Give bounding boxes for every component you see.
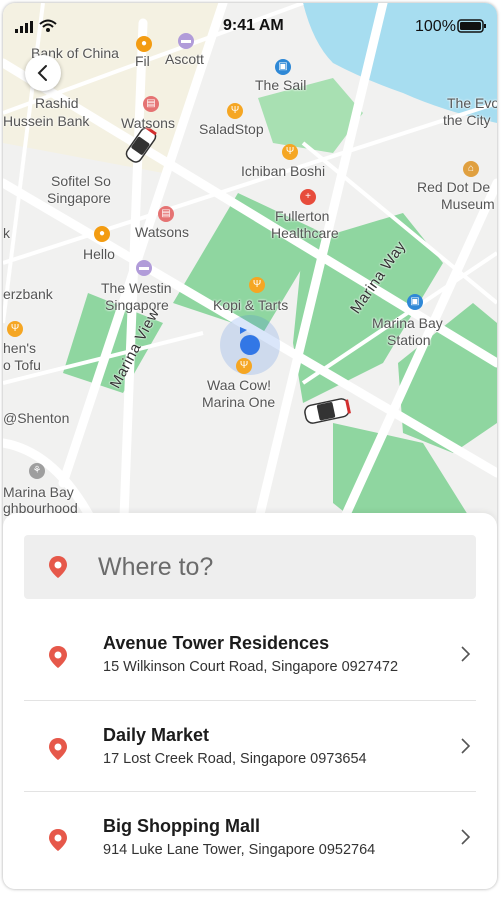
status-bar: 9:41 AM 100% xyxy=(3,15,497,35)
map-label: Rashid xyxy=(35,95,79,111)
hotel-poi-icon: ▬ xyxy=(178,33,194,49)
search-placeholder: Where to? xyxy=(98,553,214,581)
destination-item[interactable]: Daily Market 17 Lost Creek Road, Singapo… xyxy=(24,701,476,791)
map-label: Healthcare xyxy=(271,225,339,241)
map-label: Watsons xyxy=(135,224,189,240)
neighbourhood-poi-icon: ⚘ xyxy=(29,463,45,479)
map-label: Marina One xyxy=(202,394,276,410)
map-label: Kopi & Tarts xyxy=(213,297,289,313)
map-label: k xyxy=(3,225,10,241)
shopping-poi-icon: ▤ xyxy=(158,206,174,222)
food-poi-icon: Ψ xyxy=(227,103,243,119)
map-label: Fil xyxy=(135,53,150,69)
chevron-right-icon xyxy=(461,738,471,754)
status-time: 9:41 AM xyxy=(223,17,284,34)
location-pin-icon xyxy=(49,556,67,578)
chevron-right-icon xyxy=(461,829,471,845)
location-pin-icon xyxy=(49,829,67,851)
food-poi-icon: Ψ xyxy=(282,144,298,160)
map-label: Fullerton xyxy=(275,208,330,224)
map-label: Station xyxy=(387,332,431,348)
map-label: Museum xyxy=(441,196,495,212)
map-label: erzbank xyxy=(3,286,53,302)
map-label: Ascott xyxy=(165,51,204,67)
map-label: Waa Cow! xyxy=(207,377,272,393)
map-label: Sofitel So xyxy=(51,173,111,189)
destination-item[interactable]: Big Shopping Mall 914 Luke Lane Tower, S… xyxy=(24,792,476,882)
food-poi-icon: Ψ xyxy=(7,321,23,337)
destination-address: 15 Wilkinson Court Road, Singapore 09274… xyxy=(103,659,399,675)
wifi-icon xyxy=(39,19,57,32)
destination-name: Big Shopping Mall xyxy=(103,816,260,836)
destination-sheet: Where to? Avenue Tower Residences 15 Wil… xyxy=(3,513,497,889)
battery-icon xyxy=(457,19,486,33)
map-label: Marina Bay xyxy=(372,315,443,331)
museum-poi-icon: ⌂ xyxy=(463,161,479,177)
location-pin-icon xyxy=(49,738,67,760)
map-label: The Westin xyxy=(101,280,172,296)
transit-poi-icon: ▣ xyxy=(407,294,423,310)
destination-name: Avenue Tower Residences xyxy=(103,633,330,653)
battery-percent: 100% xyxy=(415,18,456,35)
food-poi-icon: Ψ xyxy=(236,358,252,374)
map-view[interactable]: ● ▬ ▣ ▤ Ψ Ψ ⌂ + ▤ ● ▬ Ψ ▣ Ψ Ψ ⚘ Bank of … xyxy=(3,3,497,543)
map-label: Ichiban Boshi xyxy=(241,163,326,179)
map-label: hen's xyxy=(3,340,37,356)
food-poi-icon: ● xyxy=(94,226,110,242)
transit-poi-icon: ▣ xyxy=(275,59,291,75)
map-label: The Evo xyxy=(447,95,497,111)
map-label: The Sail xyxy=(255,77,307,93)
hotel-poi-icon: ▬ xyxy=(136,260,152,276)
destination-name: Daily Market xyxy=(103,725,210,745)
shopping-poi-icon: ● xyxy=(136,36,152,52)
app-screen: ● ▬ ▣ ▤ Ψ Ψ ⌂ + ▤ ● ▬ Ψ ▣ Ψ Ψ ⚘ Bank of … xyxy=(3,3,497,889)
destination-address: 17 Lost Creek Road, Singapore 0973654 xyxy=(103,751,367,767)
destination-item[interactable]: Avenue Tower Residences 15 Wilkinson Cou… xyxy=(24,609,476,699)
chevron-left-icon xyxy=(37,65,47,81)
destination-address: 914 Luke Lane Tower, Singapore 0952764 xyxy=(103,842,376,858)
map-canvas[interactable] xyxy=(3,3,497,543)
map-label: o Tofu xyxy=(3,357,41,373)
map-label: Marina Bay xyxy=(3,484,74,500)
map-label: SaladStop xyxy=(199,121,264,137)
signal-icon xyxy=(15,21,33,33)
map-label: @Shenton xyxy=(3,410,70,426)
hospital-poi-icon: + xyxy=(300,189,316,205)
back-button[interactable] xyxy=(25,55,61,91)
location-pin-icon xyxy=(49,646,67,668)
where-to-search[interactable]: Where to? xyxy=(24,535,476,599)
map-label: Hussein Bank xyxy=(3,113,90,129)
chevron-right-icon xyxy=(461,646,471,662)
map-label: the City xyxy=(443,112,491,128)
map-label: Red Dot De xyxy=(417,179,491,195)
shopping-poi-icon: ▤ xyxy=(143,96,159,112)
map-label: Watsons xyxy=(121,115,175,131)
map-label: Singapore xyxy=(47,190,111,206)
food-poi-icon: Ψ xyxy=(249,277,265,293)
map-label: Hello xyxy=(83,246,115,262)
